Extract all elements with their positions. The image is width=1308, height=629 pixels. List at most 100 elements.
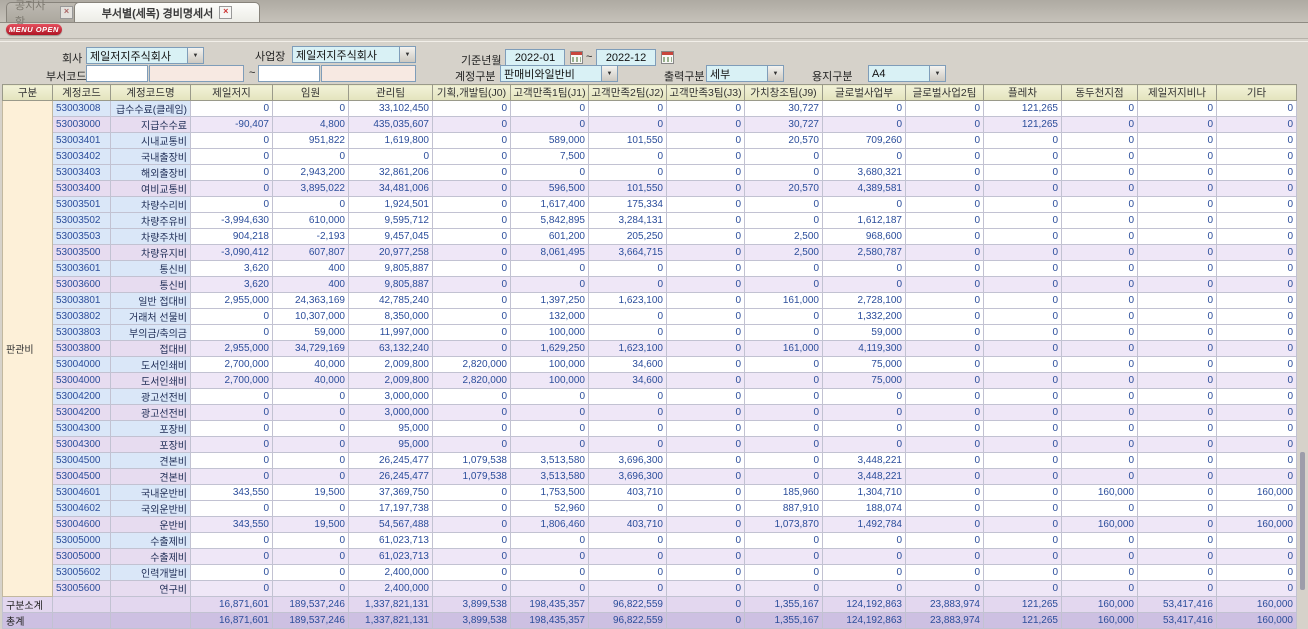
amount-cell[interactable]: 0 [1137, 164, 1217, 181]
amount-cell[interactable]: 887,910 [744, 500, 823, 517]
amount-cell[interactable]: 0 [983, 324, 1062, 341]
account-code-cell[interactable]: 53004500 [52, 452, 111, 469]
amount-cell[interactable]: 0 [1061, 132, 1138, 149]
amount-cell[interactable]: 0 [1137, 484, 1217, 501]
account-name-cell[interactable]: 급수수료(클레임) [110, 100, 191, 117]
amount-cell[interactable]: 2,955,000 [190, 340, 273, 357]
amount-cell[interactable]: 0 [905, 516, 984, 533]
amount-cell[interactable]: 0 [666, 580, 745, 597]
amount-cell[interactable]: 2,500 [744, 244, 823, 261]
amount-cell[interactable]: 3,284,131 [588, 212, 667, 229]
amount-cell[interactable]: 0 [190, 580, 273, 597]
amount-cell[interactable]: 121,265 [983, 100, 1062, 117]
amount-cell[interactable]: 0 [272, 196, 349, 213]
amount-cell[interactable]: 0 [666, 308, 745, 325]
amount-cell[interactable]: 0 [1061, 420, 1138, 437]
amount-cell[interactable]: 0 [1061, 228, 1138, 245]
amount-cell[interactable]: 0 [666, 564, 745, 581]
amount-cell[interactable]: 101,550 [588, 132, 667, 149]
account-name-cell[interactable]: 접대비 [110, 340, 191, 357]
amount-cell[interactable]: 0 [588, 404, 667, 421]
amount-cell[interactable]: 0 [510, 388, 589, 405]
account-code-cell[interactable]: 53005602 [52, 564, 111, 581]
amount-cell[interactable]: 0 [272, 548, 349, 565]
amount-cell[interactable]: 1,397,250 [510, 292, 589, 309]
account-code-cell[interactable]: 53003500 [52, 244, 111, 261]
amount-cell[interactable]: 0 [1137, 308, 1217, 325]
amount-cell[interactable]: 0 [1137, 372, 1217, 389]
amount-cell[interactable]: 3,513,580 [510, 468, 589, 485]
amount-cell[interactable]: -3,090,412 [190, 244, 273, 261]
amount-cell[interactable]: 0 [272, 452, 349, 469]
account-name-cell[interactable]: 통신비 [110, 260, 191, 277]
amount-cell[interactable]: 0 [744, 372, 823, 389]
amount-cell[interactable]: 0 [983, 404, 1062, 421]
amount-cell[interactable]: 100,000 [510, 356, 589, 373]
amount-cell[interactable]: 0 [190, 148, 273, 165]
amount-cell[interactable]: 0 [666, 132, 745, 149]
amount-cell[interactable]: 0 [588, 148, 667, 165]
account-name-cell[interactable]: 여비교통비 [110, 180, 191, 197]
amount-cell[interactable]: 19,500 [272, 516, 349, 533]
amount-cell[interactable]: 0 [983, 500, 1062, 517]
amount-cell[interactable]: 0 [983, 388, 1062, 405]
account-name-cell[interactable]: 차량주유비 [110, 212, 191, 229]
amount-cell[interactable]: 0 [666, 260, 745, 277]
amount-cell[interactable]: 161,000 [744, 340, 823, 357]
amount-cell[interactable]: 52,960 [510, 500, 589, 517]
amount-cell[interactable]: 400 [272, 276, 349, 293]
amount-cell[interactable]: 0 [666, 100, 745, 117]
amount-cell[interactable]: 0 [1216, 436, 1297, 453]
amount-cell[interactable]: 0 [1137, 580, 1217, 597]
tab-expense-report[interactable]: 부서별(세목) 경비명세서 × [74, 2, 260, 22]
amount-cell[interactable]: 0 [666, 356, 745, 373]
amount-cell[interactable]: 42,785,240 [348, 292, 433, 309]
amount-cell[interactable]: 1,806,460 [510, 516, 589, 533]
amount-cell[interactable]: 0 [666, 196, 745, 213]
amount-cell[interactable]: 3,696,300 [588, 452, 667, 469]
amount-cell[interactable]: 0 [1216, 100, 1297, 117]
amount-cell[interactable]: 0 [983, 516, 1062, 533]
amount-cell[interactable]: 0 [1216, 228, 1297, 245]
amount-cell[interactable]: 9,595,712 [348, 212, 433, 229]
menu-open-button[interactable]: MENU OPEN [6, 24, 62, 35]
amount-cell[interactable]: 0 [744, 148, 823, 165]
amount-cell[interactable]: 20,977,258 [348, 244, 433, 261]
amount-cell[interactable]: 0 [1216, 180, 1297, 197]
amount-cell[interactable]: 132,000 [510, 308, 589, 325]
amount-cell[interactable]: 101,550 [588, 180, 667, 197]
account-name-cell[interactable]: 포장비 [110, 436, 191, 453]
amount-cell[interactable]: 0 [822, 404, 906, 421]
amount-cell[interactable]: 0 [822, 116, 906, 133]
calendar-icon[interactable] [661, 51, 674, 64]
amount-cell[interactable]: 0 [1216, 292, 1297, 309]
amount-cell[interactable]: 0 [666, 276, 745, 293]
amount-cell[interactable]: 160,000 [1061, 516, 1138, 533]
amount-cell[interactable]: 20,570 [744, 180, 823, 197]
amount-cell[interactable]: 0 [190, 436, 273, 453]
amount-cell[interactable]: 0 [432, 436, 511, 453]
amount-cell[interactable]: 0 [905, 500, 984, 517]
account-code-cell[interactable]: 53003800 [52, 340, 111, 357]
amount-cell[interactable]: 100,000 [510, 324, 589, 341]
amount-cell[interactable]: 0 [1216, 244, 1297, 261]
amount-cell[interactable]: 34,481,006 [348, 180, 433, 197]
amount-cell[interactable]: 0 [666, 548, 745, 565]
amount-cell[interactable]: 1,332,200 [822, 308, 906, 325]
amount-cell[interactable]: 0 [905, 532, 984, 549]
amount-cell[interactable]: -90,407 [190, 116, 273, 133]
amount-cell[interactable]: 0 [666, 244, 745, 261]
amount-cell[interactable]: 0 [1061, 372, 1138, 389]
amount-cell[interactable]: 2,009,800 [348, 372, 433, 389]
amount-cell[interactable]: 0 [432, 276, 511, 293]
amount-cell[interactable]: 121,265 [983, 116, 1062, 133]
amount-cell[interactable]: 3,513,580 [510, 452, 589, 469]
amount-cell[interactable]: 0 [822, 532, 906, 549]
amount-cell[interactable]: 0 [510, 420, 589, 437]
amount-cell[interactable]: 0 [588, 420, 667, 437]
account-name-cell[interactable]: 차량유지비 [110, 244, 191, 261]
amount-cell[interactable]: 0 [190, 164, 273, 181]
amount-cell[interactable]: 54,567,488 [348, 516, 433, 533]
amount-cell[interactable]: 610,000 [272, 212, 349, 229]
amount-cell[interactable]: 0 [588, 500, 667, 517]
